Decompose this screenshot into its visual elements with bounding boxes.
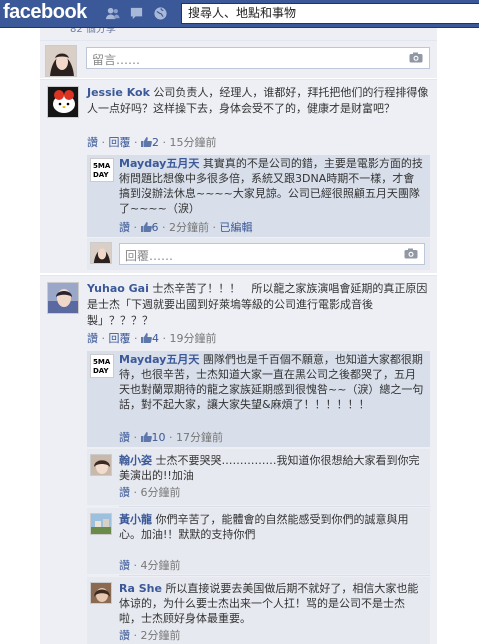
reply-meta: 讚 · 6分鐘前 bbox=[119, 486, 181, 499]
reply-input-placeholder: 回覆…… bbox=[125, 249, 174, 263]
svg-text:DAY: DAY bbox=[93, 367, 110, 375]
like-link[interactable]: 讚 bbox=[119, 431, 130, 444]
like-link[interactable]: 讚 bbox=[119, 486, 130, 499]
like-link[interactable]: 讚 bbox=[119, 629, 130, 642]
reply-item: 翰小姿 士杰不要哭哭……………我知道你很想給大家看到你完美演出的!!加油 讚 ·… bbox=[87, 449, 430, 505]
reply-meta: 讚 · 6 · 2分鐘前 · 已編輯 bbox=[119, 221, 253, 234]
comment-composer: 留言…… bbox=[40, 40, 437, 78]
avatar bbox=[90, 242, 112, 264]
globe-icon[interactable] bbox=[152, 5, 169, 22]
svg-text:5MA: 5MA bbox=[93, 358, 111, 366]
avatar bbox=[47, 282, 79, 314]
camera-icon[interactable] bbox=[404, 248, 418, 259]
like-count[interactable]: 6 bbox=[140, 221, 159, 234]
like-count[interactable]: 2 bbox=[141, 136, 159, 149]
comment-author[interactable]: Jessie Kok bbox=[87, 86, 150, 99]
comment-item: Jessie Kok 公司负责人，经理人，谁都好，拜托把他们的行程排得像人一点好… bbox=[40, 79, 437, 273]
reply-meta: 讚 · 4分鐘前 bbox=[119, 559, 181, 572]
reply-time: 2分鐘前 bbox=[169, 221, 209, 234]
reply-time: 2分鐘前 bbox=[140, 629, 181, 642]
reply-body: Mayday五月天 團隊們也是千百個不願意，也知道大家都很期待，也很辛苦，士杰知… bbox=[119, 352, 425, 412]
like-link[interactable]: 讚 bbox=[119, 559, 130, 572]
reply-link[interactable]: 回覆 bbox=[109, 332, 131, 345]
reply-time: 4分鐘前 bbox=[140, 559, 181, 572]
reply-body: Ra She 所以直接说要去美国做后期不就好了，相信大家也能体谅的，为什么要士杰… bbox=[119, 581, 425, 626]
edited-link[interactable]: 已編輯 bbox=[220, 221, 253, 234]
comment-item: Yuhao Gai 士杰辛苦了！！！ 所以龍之家族演唱會延期的真正原因是士杰「下… bbox=[40, 275, 437, 644]
thumbs-up-icon bbox=[141, 333, 152, 343]
avatar: 5MA DAY bbox=[90, 158, 114, 182]
avatar: 5MA DAY bbox=[90, 354, 114, 378]
avatar bbox=[90, 513, 112, 535]
comment-input-placeholder: 留言…… bbox=[92, 53, 141, 67]
like-link[interactable]: 讚 bbox=[87, 332, 98, 345]
like-link[interactable]: 讚 bbox=[87, 136, 98, 149]
divider bbox=[119, 575, 430, 576]
search-input[interactable]: 搜尋人、地點和事物 bbox=[181, 3, 479, 24]
reply-item: Ra She 所以直接说要去美国做后期不就好了，相信大家也能体谅的，为什么要士杰… bbox=[87, 577, 430, 644]
reply-body: 黃小龍 你們辛苦了，能體會的自然能感受到你們的誠意與用心。加油!！默默的支持你們 bbox=[119, 512, 425, 542]
reply-meta: 讚 · 2分鐘前 bbox=[119, 629, 181, 642]
divider bbox=[119, 506, 430, 507]
reply-time: 17分鐘前 bbox=[176, 431, 223, 444]
reply-item: 5MA DAY Mayday五月天 團隊們也是千百個不願意，也知道大家都很期待，也… bbox=[87, 351, 430, 447]
friends-icon[interactable] bbox=[104, 5, 121, 22]
thumbs-up-icon bbox=[140, 222, 152, 232]
comment-input[interactable]: 留言…… bbox=[86, 47, 430, 69]
reply-item: 黃小龍 你們辛苦了，能體會的自然能感受到你們的誠意與用心。加油!！默默的支持你們… bbox=[87, 508, 430, 574]
reply-body: 翰小姿 士杰不要哭哭……………我知道你很想給大家看到你完美演出的!!加油 bbox=[119, 453, 425, 483]
messages-icon[interactable] bbox=[128, 5, 145, 22]
reply-author[interactable]: 翰小姿 bbox=[119, 454, 152, 467]
comment-body: Jessie Kok 公司负责人，经理人，谁都好，拜托把他们的行程排得像人一点好… bbox=[87, 85, 430, 117]
reply-input[interactable]: 回覆…… bbox=[119, 243, 425, 265]
thumbs-up-icon bbox=[141, 137, 152, 147]
comment-meta: 讚 · 回覆 · 4 · 19分鐘前 bbox=[87, 332, 217, 345]
avatar bbox=[45, 45, 77, 77]
comment-time: 15分鐘前 bbox=[169, 136, 217, 149]
reply-author[interactable]: Mayday五月天 bbox=[119, 353, 199, 366]
svg-text:5MA: 5MA bbox=[93, 162, 111, 170]
comment-meta: 讚 · 回覆 · 2 · 15分鐘前 bbox=[87, 136, 217, 149]
avatar bbox=[47, 86, 79, 118]
reply-text: 士杰不要哭哭……………我知道你很想給大家看到你完美演出的!!加油 bbox=[119, 454, 420, 482]
reply-body: Mayday五月天 其實真的不是公司的錯，主要是電影方面的技術問題比想像中多很多… bbox=[119, 156, 425, 216]
reply-meta: 讚 · 10 · 17分鐘前 bbox=[119, 431, 223, 444]
thumbs-up-icon bbox=[140, 432, 152, 442]
camera-icon[interactable] bbox=[409, 52, 423, 63]
top-bar: facebook 搜尋人、地點和事物 bbox=[0, 0, 479, 28]
reply-text: 你們辛苦了，能體會的自然能感受到你們的誠意與用心。加油!！默默的支持你們 bbox=[119, 513, 409, 541]
reply-author[interactable]: Mayday五月天 bbox=[119, 157, 199, 170]
reply-link[interactable]: 回覆 bbox=[109, 136, 131, 149]
like-count[interactable]: 10 bbox=[140, 431, 166, 444]
reply-time: 6分鐘前 bbox=[140, 486, 181, 499]
facebook-logo[interactable]: facebook bbox=[3, 1, 87, 24]
reply-text: 所以直接说要去美国做后期不就好了，相信大家也能体谅的，为什么要士杰出来一个人扛！… bbox=[119, 582, 419, 625]
like-count[interactable]: 4 bbox=[141, 332, 159, 345]
share-count[interactable]: 82 個分享 bbox=[40, 28, 437, 40]
reply-author[interactable]: Ra She bbox=[119, 582, 162, 595]
avatar bbox=[90, 454, 112, 476]
like-link[interactable]: 讚 bbox=[119, 221, 130, 234]
comment-author[interactable]: Yuhao Gai bbox=[87, 282, 149, 295]
comment-body: Yuhao Gai 士杰辛苦了！！！ 所以龍之家族演唱會延期的真正原因是士杰「下… bbox=[87, 281, 430, 329]
comment-time: 19分鐘前 bbox=[169, 332, 217, 345]
avatar bbox=[90, 582, 112, 604]
reply-author[interactable]: 黃小龍 bbox=[119, 513, 152, 526]
reply-composer: 回覆…… bbox=[87, 238, 430, 270]
svg-text:DAY: DAY bbox=[93, 171, 110, 179]
